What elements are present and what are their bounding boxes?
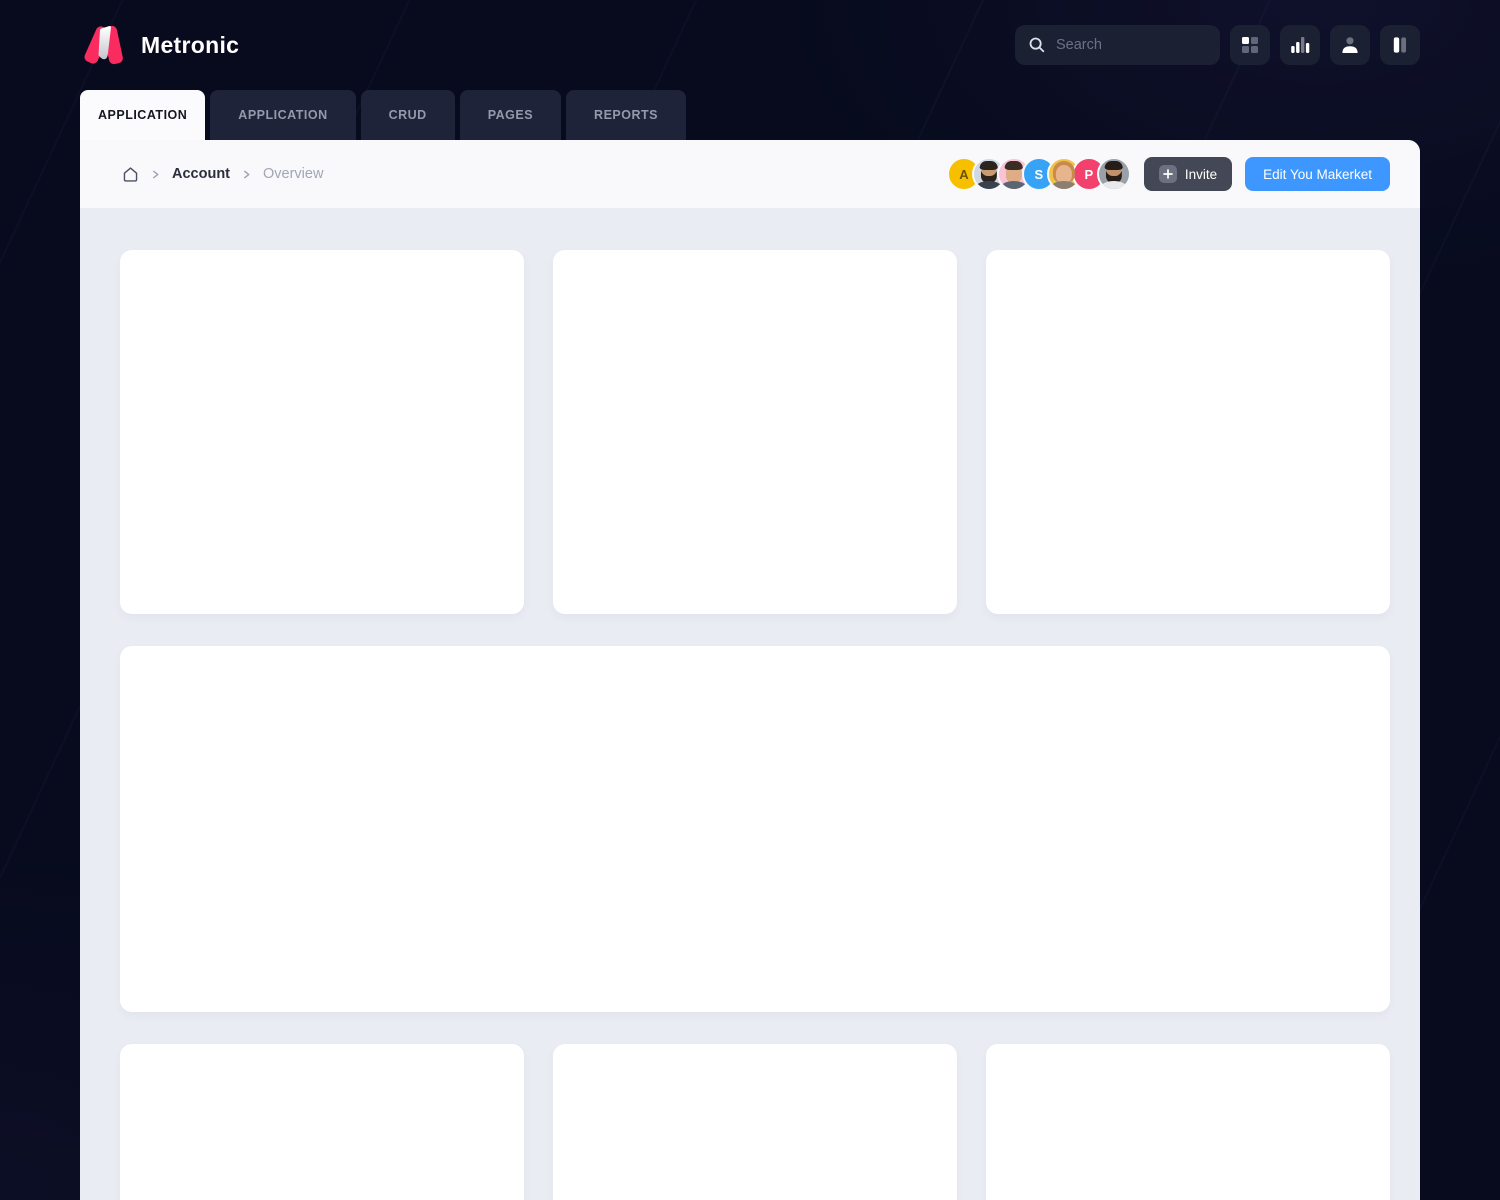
user-icon	[1339, 34, 1361, 56]
card-empty-wide	[120, 646, 1390, 1012]
card-empty-1	[120, 250, 524, 614]
plus-icon	[1159, 165, 1177, 183]
card-empty-4	[120, 1044, 524, 1200]
bar-chart-icon	[1289, 34, 1311, 56]
chevron-right-icon	[242, 170, 251, 179]
wide-card-row	[120, 646, 1390, 1012]
card-grid	[80, 208, 1420, 1200]
top-bar-actions	[1015, 25, 1420, 65]
split-columns-icon	[1389, 34, 1411, 56]
top-bar: Metronic	[0, 0, 1500, 90]
tab-application[interactable]: APPLICATION	[210, 90, 355, 140]
top-card-row	[120, 250, 1390, 614]
content-panel: Account Overview A S P	[80, 140, 1420, 1200]
bottom-card-row	[120, 1044, 1390, 1200]
breadcrumb-account[interactable]: Account	[172, 166, 230, 182]
avatar-photo-bearded-man[interactable]	[1097, 157, 1131, 191]
search-input[interactable]	[1056, 37, 1243, 53]
home-icon[interactable]	[122, 166, 139, 183]
card-empty-3	[986, 250, 1390, 614]
brand-name: Metronic	[141, 32, 239, 59]
split-columns-button[interactable]	[1380, 25, 1420, 65]
tab-pages[interactable]: PAGES	[460, 90, 561, 140]
tab-crud[interactable]: CRUD	[361, 90, 455, 140]
avatar-group: A S P	[947, 157, 1131, 191]
invite-button-label: Invite	[1185, 167, 1217, 182]
apps-grid-button[interactable]	[1230, 25, 1270, 65]
search-icon	[1028, 36, 1046, 54]
card-empty-6	[986, 1044, 1390, 1200]
tab-reports[interactable]: REPORTS	[566, 90, 686, 140]
toolbar-actions: A S P Invite	[947, 157, 1390, 191]
card-empty-5	[553, 1044, 957, 1200]
metronic-logo-icon	[80, 22, 130, 68]
breadcrumb: Account Overview	[122, 166, 323, 183]
toolbar: Account Overview A S P	[80, 140, 1420, 208]
card-empty-2	[553, 250, 957, 614]
edit-market-button-label: Edit You Makerket	[1263, 167, 1372, 182]
chevron-right-icon	[151, 170, 160, 179]
user-button[interactable]	[1330, 25, 1370, 65]
invite-button[interactable]: Invite	[1144, 157, 1232, 191]
apps-grid-icon	[1239, 34, 1261, 56]
edit-market-button[interactable]: Edit You Makerket	[1245, 157, 1390, 191]
main-tabs: APPLICATION APPLICATION CRUD PAGES REPOR…	[0, 90, 1500, 140]
bar-chart-button[interactable]	[1280, 25, 1320, 65]
tab-application-active[interactable]: APPLICATION	[80, 90, 205, 140]
search-box[interactable]	[1015, 25, 1220, 65]
breadcrumb-overview: Overview	[263, 166, 323, 182]
brand-logo[interactable]: Metronic	[80, 22, 239, 68]
